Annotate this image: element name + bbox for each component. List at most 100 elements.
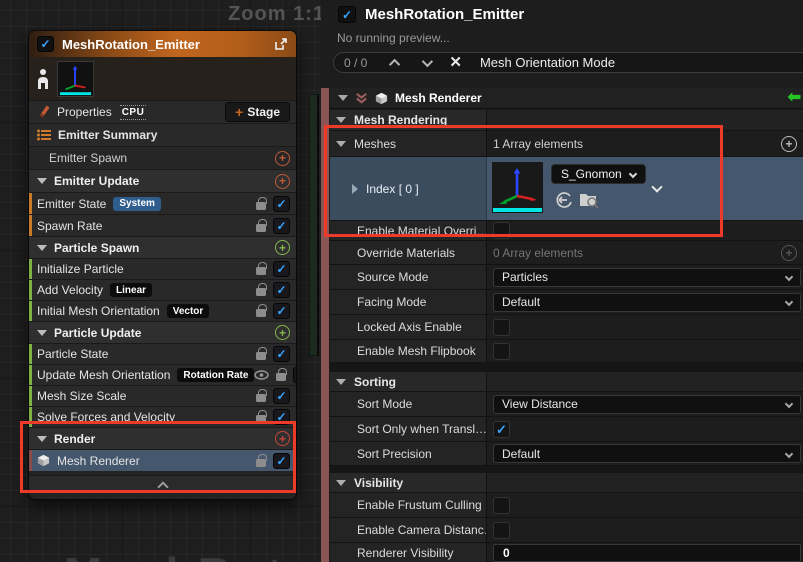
row-locked-axis-enable[interactable]: Locked Axis Enable bbox=[330, 315, 803, 340]
add-module-icon[interactable]: + bbox=[275, 151, 290, 166]
node-row-emitter-spawn[interactable]: Emitter Spawn + bbox=[29, 146, 296, 169]
section-sorting[interactable]: Sorting bbox=[330, 372, 803, 392]
module-enabled-checkbox[interactable] bbox=[273, 261, 290, 277]
details-search-bar[interactable]: 0 / 0 ✕ Mesh Orientation Mode bbox=[333, 52, 803, 73]
node-row-spawn-rate[interactable]: Spawn Rate bbox=[29, 214, 296, 236]
lock-icon bbox=[256, 267, 266, 275]
locked-axis-enable-checkbox[interactable] bbox=[493, 319, 510, 336]
add-stage-button[interactable]: + Stage bbox=[225, 102, 290, 122]
module-enabled-checkbox[interactable] bbox=[273, 282, 290, 298]
node-row-add-velocity[interactable]: Add Velocity Linear bbox=[29, 279, 296, 300]
module-enabled-checkbox[interactable] bbox=[273, 346, 290, 362]
emitter-node-header[interactable]: MeshRotation_Emitter bbox=[29, 31, 296, 57]
chevron-down-icon[interactable] bbox=[651, 181, 662, 192]
row-enable-material-overrides[interactable]: Enable Material Overri… bbox=[330, 221, 803, 241]
previous-result-icon[interactable] bbox=[389, 58, 400, 69]
renderer-visibility-input[interactable]: 0 bbox=[493, 544, 801, 562]
collapse-triangle-icon[interactable] bbox=[336, 117, 346, 123]
row-source-mode[interactable]: Source Mode Particles bbox=[330, 265, 803, 290]
node-row-initialize-particle[interactable]: Initialize Particle bbox=[29, 258, 296, 279]
next-result-icon[interactable] bbox=[422, 55, 433, 66]
node-row-properties[interactable]: Properties CPU + Stage bbox=[29, 100, 296, 123]
collapse-triangle-icon[interactable] bbox=[37, 330, 47, 336]
row-facing-mode[interactable]: Facing Mode Default bbox=[330, 290, 803, 315]
module-enabled-checkbox[interactable] bbox=[273, 409, 290, 425]
system-overview-graph[interactable]: Zoom 1:1 MeshRotation_Emitter MeshRotati… bbox=[0, 0, 321, 562]
module-enabled-checkbox[interactable] bbox=[273, 218, 290, 234]
row-label: Index [ 0 ] bbox=[366, 182, 419, 196]
facing-mode-dropdown[interactable]: Default bbox=[493, 293, 801, 312]
row-sort-mode[interactable]: Sort Mode View Distance bbox=[330, 392, 803, 417]
row-override-materials[interactable]: Override Materials 0 Array elements + bbox=[330, 241, 803, 265]
row-mesh-index-0[interactable]: Index [ 0 ] S_Gnomon bbox=[330, 157, 803, 221]
collapse-triangle-icon[interactable] bbox=[338, 95, 348, 101]
open-emitter-icon[interactable] bbox=[274, 37, 288, 51]
collapse-triangle-icon[interactable] bbox=[37, 436, 47, 442]
source-mode-dropdown[interactable]: Particles bbox=[493, 268, 801, 287]
collapse-triangle-icon[interactable] bbox=[336, 379, 346, 385]
renderer-enabled-checkbox[interactable] bbox=[273, 453, 290, 469]
add-array-element-icon[interactable]: + bbox=[781, 136, 797, 152]
node-row-emitter-summary[interactable]: Emitter Summary bbox=[29, 123, 296, 146]
node-row-emitter-update[interactable]: Emitter Update + bbox=[29, 169, 296, 192]
node-row-particle-spawn[interactable]: Particle Spawn + bbox=[29, 236, 296, 258]
node-row-render[interactable]: Render + bbox=[29, 427, 296, 449]
collapse-triangle-icon[interactable] bbox=[336, 141, 346, 147]
collapse-triangle-icon[interactable] bbox=[37, 178, 47, 184]
add-module-icon[interactable]: + bbox=[275, 174, 290, 189]
emitter-node[interactable]: MeshRotation_Emitter bbox=[28, 30, 297, 500]
section-visibility[interactable]: Visibility bbox=[330, 473, 803, 493]
mesh-asset-dropdown[interactable]: S_Gnomon bbox=[551, 164, 646, 184]
row-meshes[interactable]: Meshes 1 Array elements + bbox=[330, 131, 803, 157]
emitter-enabled-checkbox[interactable] bbox=[338, 6, 356, 23]
module-enabled-checkbox[interactable] bbox=[293, 367, 297, 383]
sort-mode-dropdown[interactable]: View Distance bbox=[493, 395, 801, 414]
row-renderer-visibility[interactable]: Renderer Visibility 0 bbox=[330, 543, 803, 562]
add-renderer-icon[interactable]: + bbox=[275, 431, 290, 446]
section-mesh-rendering[interactable]: Mesh Rendering bbox=[330, 110, 803, 131]
enable-frustum-culling-checkbox[interactable] bbox=[493, 497, 510, 514]
details-title: MeshRotation_Emitter bbox=[365, 6, 524, 23]
node-row-mesh-size-scale[interactable]: Mesh Size Scale bbox=[29, 385, 296, 406]
module-enabled-checkbox[interactable] bbox=[273, 303, 290, 319]
row-label: Enable Frustum Culling bbox=[357, 498, 482, 512]
row-sort-precision[interactable]: Sort Precision Default bbox=[330, 442, 803, 466]
row-enable-frustum-culling[interactable]: Enable Frustum Culling bbox=[330, 493, 803, 518]
enable-mesh-flipbook-checkbox[interactable] bbox=[493, 343, 510, 360]
expand-triangle-icon[interactable] bbox=[352, 184, 358, 194]
module-label: Spawn Rate bbox=[37, 219, 102, 233]
module-enabled-checkbox[interactable] bbox=[273, 196, 290, 212]
sort-precision-dropdown[interactable]: Default bbox=[493, 444, 801, 463]
node-row-update-mesh-orientation[interactable]: Update Mesh Orientation Rotation Rate bbox=[29, 364, 296, 385]
node-row-mesh-renderer[interactable]: Mesh Renderer bbox=[29, 449, 296, 471]
add-module-icon[interactable]: + bbox=[275, 240, 290, 255]
use-selected-asset-icon[interactable] bbox=[555, 191, 573, 209]
node-row-particle-update[interactable]: Particle Update + bbox=[29, 321, 296, 343]
clear-search-icon[interactable]: ✕ bbox=[449, 55, 462, 70]
node-row-particle-state[interactable]: Particle State bbox=[29, 343, 296, 364]
browse-to-asset-icon[interactable] bbox=[579, 191, 599, 209]
sort-only-when-translucent-checkbox[interactable] bbox=[493, 421, 510, 438]
row-enable-mesh-flipbook[interactable]: Enable Mesh Flipbook bbox=[330, 340, 803, 363]
node-collapse-button[interactable] bbox=[29, 475, 296, 493]
node-row-solve-forces[interactable]: Solve Forces and Velocity bbox=[29, 406, 296, 427]
node-row-initial-mesh-orientation[interactable]: Initial Mesh Orientation Vector bbox=[29, 300, 296, 321]
add-array-element-icon[interactable]: + bbox=[781, 245, 797, 261]
enable-material-overrides-checkbox[interactable] bbox=[493, 222, 510, 239]
collapse-triangle-icon[interactable] bbox=[37, 245, 47, 251]
emitter-enabled-checkbox[interactable] bbox=[37, 36, 54, 52]
node-row-emitter-state[interactable]: Emitter State System bbox=[29, 192, 296, 214]
collapse-triangle-icon[interactable] bbox=[336, 480, 346, 486]
mesh-thumbnail[interactable] bbox=[57, 61, 94, 97]
row-enable-camera-distance[interactable]: Enable Camera Distanc… bbox=[330, 518, 803, 543]
renderer-section-header[interactable]: Mesh Renderer ⬅ bbox=[330, 88, 803, 109]
enable-camera-distance-checkbox[interactable] bbox=[493, 522, 510, 539]
add-module-icon[interactable]: + bbox=[275, 325, 290, 340]
eye-icon[interactable] bbox=[254, 370, 269, 380]
cube-icon bbox=[375, 92, 388, 105]
row-sort-only-when-translucent[interactable]: Sort Only when Transl… bbox=[330, 417, 803, 442]
reset-to-default-icon[interactable]: ⬅ bbox=[788, 90, 801, 106]
mesh-asset-thumbnail[interactable] bbox=[492, 162, 543, 213]
chevron-down-icon bbox=[785, 298, 793, 306]
module-enabled-checkbox[interactable] bbox=[273, 388, 290, 404]
